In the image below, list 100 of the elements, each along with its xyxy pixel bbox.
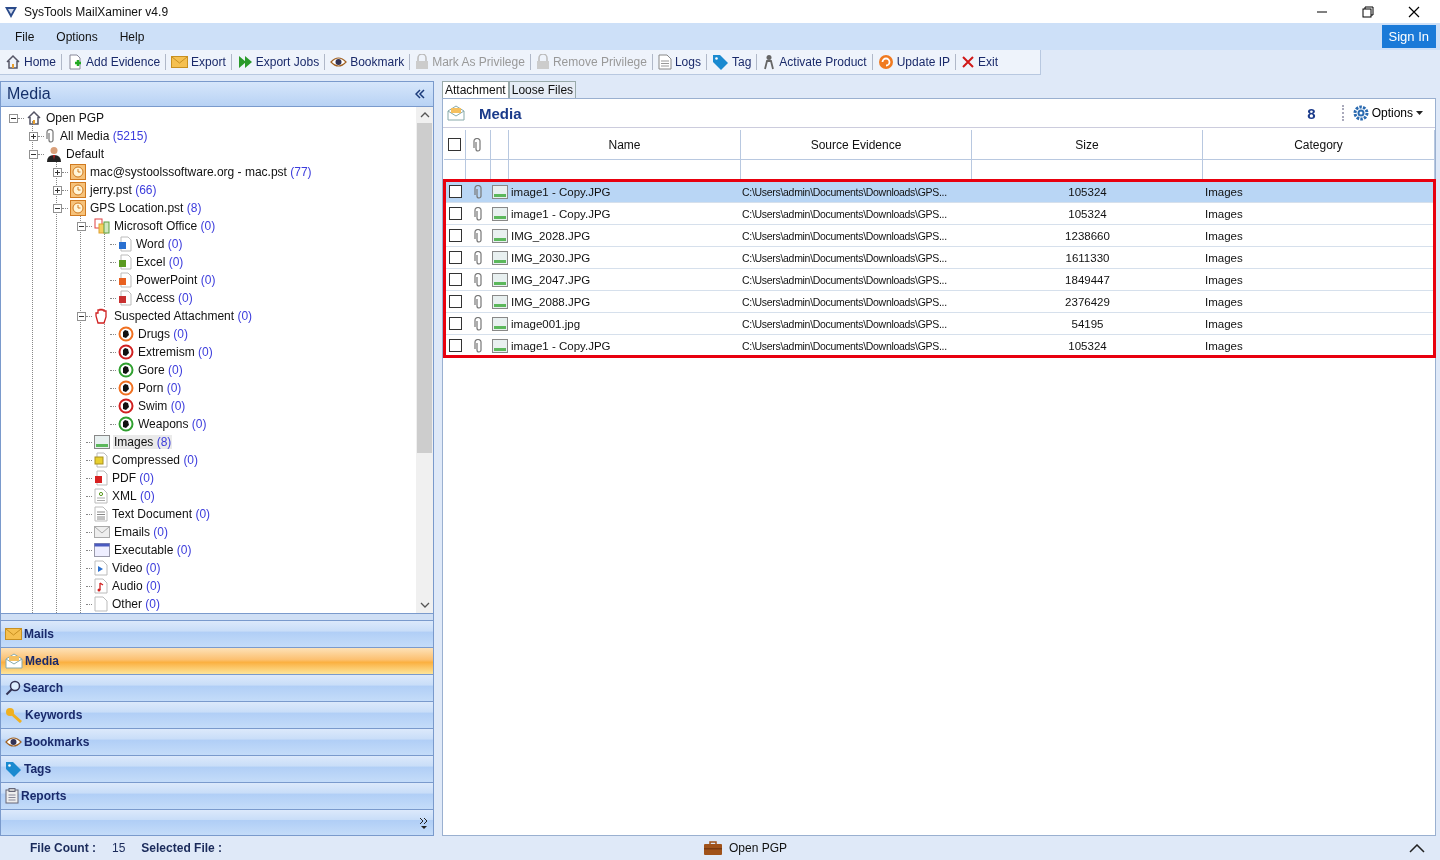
collapse-icon[interactable]: [77, 311, 86, 321]
table-row[interactable]: image001.jpg C:\Users\admin\Documents\Downloads\GPS... 54195 Images: [444, 313, 1435, 335]
table-cell-text: C:\Users\admin\Documents\Downloads\GPS...: [741, 206, 948, 222]
prohibited-hand-icon: [118, 344, 134, 360]
nav-button[interactable]: Tags: [1, 755, 433, 782]
sign-in-button[interactable]: Sign In: [1381, 25, 1436, 48]
collapse-icon[interactable]: [29, 149, 38, 159]
toolbar-button[interactable]: Logs: [654, 54, 704, 70]
table-row[interactable]: IMG_2088.JPG C:\Users\admin\Documents\Downloads\GPS... 2376429 Images: [444, 291, 1435, 313]
chevron-up-icon[interactable]: [1409, 843, 1425, 853]
toolbar-button[interactable]: Add Evidence: [64, 54, 164, 70]
image-icon: [492, 294, 508, 309]
table-cell-text: IMG_2047.JPG: [510, 272, 592, 288]
tree-item[interactable]: PDF (0): [111, 471, 155, 485]
checkbox[interactable]: [448, 185, 462, 198]
nav-button[interactable]: Bookmarks: [1, 728, 433, 755]
collapse-icon[interactable]: [53, 203, 62, 213]
toolbar-button[interactable]: Home: [2, 54, 59, 70]
tree-item[interactable]: Drugs (0): [137, 327, 190, 341]
collapse-icon[interactable]: [9, 113, 18, 123]
table-cell-text: Images: [1204, 338, 1244, 354]
tree-item[interactable]: Suspected Attachment (0): [113, 309, 254, 323]
nav-button[interactable]: Media: [1, 647, 433, 674]
close-icon[interactable]: [1408, 5, 1420, 18]
table-row[interactable]: image1 - Copy.JPG C:\Users\admin\Documents\Downloads\GPS... 105324 Images: [444, 181, 1435, 203]
nav-button[interactable]: Reports: [1, 782, 433, 809]
checkbox[interactable]: [448, 273, 462, 286]
nav-button[interactable]: Search: [1, 674, 433, 701]
collapse-icon[interactable]: [77, 221, 86, 231]
menu-item[interactable]: Help: [108, 29, 156, 44]
table-cell-text: image1 - Copy.JPG: [510, 206, 612, 222]
table-row[interactable]: image1 - Copy.JPG C:\Users\admin\Documents\Downloads\GPS... 105324 Images: [444, 203, 1435, 225]
column-header[interactable]: Size: [972, 130, 1203, 160]
tree-item[interactable]: Audio (0): [111, 579, 162, 593]
checkbox[interactable]: [448, 229, 462, 242]
tree-item[interactable]: Swim (0): [137, 399, 187, 413]
restore-icon[interactable]: [1362, 5, 1374, 18]
tree-item[interactable]: Gore (0): [137, 363, 184, 377]
table-row[interactable]: IMG_2047.JPG C:\Users\admin\Documents\Downloads\GPS... 1849447 Images: [444, 269, 1435, 291]
tree-item[interactable]: GPS Location.pst (8): [89, 201, 203, 215]
overflow-icon[interactable]: [419, 816, 429, 829]
nav-button[interactable]: Keywords: [1, 701, 433, 728]
menu-item[interactable]: File: [4, 29, 46, 44]
toolbar-button[interactable]: Export Jobs: [233, 54, 323, 70]
tree-item[interactable]: Text Document (0): [111, 507, 212, 521]
status-label: Selected File :: [141, 841, 223, 855]
tree-item[interactable]: Images (8): [113, 435, 173, 449]
column-header[interactable]: Name: [509, 130, 741, 160]
table-row[interactable]: IMG_2030.JPG C:\Users\admin\Documents\Downloads\GPS... 1611330 Images: [444, 247, 1435, 269]
checkbox[interactable]: [448, 207, 462, 220]
tree-item[interactable]: Video (0): [111, 561, 162, 575]
tab[interactable]: Attachment: [442, 81, 509, 98]
tree-item[interactable]: Porn (0): [137, 381, 183, 395]
tree-item[interactable]: Word (0): [135, 237, 184, 251]
expand-icon[interactable]: [53, 185, 62, 195]
tree-item[interactable]: jerry.pst (66): [89, 183, 158, 197]
toolbar-button[interactable]: Tag: [708, 54, 755, 70]
tree-item[interactable]: Emails (0): [113, 525, 170, 539]
nav-button[interactable]: Mails: [1, 620, 433, 647]
paperclip-icon: [46, 129, 56, 143]
tab[interactable]: Loose Files: [508, 81, 577, 98]
checkbox[interactable]: [448, 295, 462, 308]
scrollbar[interactable]: [416, 107, 433, 613]
menu-item[interactable]: Options: [45, 29, 109, 44]
expand-icon[interactable]: [29, 131, 38, 141]
column-header[interactable]: Source Evidence: [741, 130, 972, 160]
tree-item[interactable]: All Media (5215): [59, 129, 149, 143]
tree-item[interactable]: Weapons (0): [137, 417, 208, 431]
scroll-up-icon[interactable]: [419, 111, 430, 119]
scroll-down-icon[interactable]: [419, 601, 430, 609]
tree-item[interactable]: Compressed (0): [111, 453, 200, 467]
splitter-handle[interactable]: [1, 613, 433, 620]
options-button[interactable]: Options: [1346, 104, 1429, 122]
checkbox[interactable]: [448, 339, 462, 352]
toolbar-button[interactable]: Update IP: [874, 54, 954, 70]
column-header[interactable]: Category: [1203, 130, 1435, 160]
tree-item[interactable]: PowerPoint (0): [135, 273, 217, 287]
tree-item[interactable]: mac@systoolssoftware.org - mac.pst (77): [89, 165, 313, 179]
expand-icon[interactable]: [53, 167, 62, 177]
tree-item[interactable]: Extremism (0): [137, 345, 214, 359]
table-row[interactable]: image1 - Copy.JPG C:\Users\admin\Documents\Downloads\GPS... 105324 Images: [444, 335, 1435, 357]
status-value: 15: [112, 841, 126, 855]
checkbox[interactable]: [448, 251, 462, 264]
tree-item[interactable]: Default: [65, 147, 106, 161]
tree-item[interactable]: Other (0): [111, 597, 162, 611]
checkbox[interactable]: [448, 317, 462, 330]
tree-item[interactable]: Executable (0): [113, 543, 193, 557]
tree-item[interactable]: Access (0): [135, 291, 194, 305]
toolbar-button[interactable]: Bookmark: [327, 55, 408, 69]
checkbox[interactable]: [448, 138, 461, 151]
collapse-panel-icon[interactable]: [415, 89, 425, 99]
toolbar-button[interactable]: Activate Product: [759, 54, 870, 70]
paperclip-icon: [473, 316, 484, 331]
tree-item[interactable]: Excel (0): [135, 255, 185, 269]
tree-item[interactable]: Microsoft Office (0): [113, 219, 217, 233]
tree-item[interactable]: XML (0): [111, 489, 156, 503]
tree-item[interactable]: Open PGP: [45, 111, 106, 125]
toolbar-button[interactable]: Export: [168, 55, 229, 69]
toolbar-button[interactable]: Exit: [958, 55, 1002, 69]
table-row[interactable]: IMG_2028.JPG C:\Users\admin\Documents\Downloads\GPS... 1238660 Images: [444, 225, 1435, 247]
